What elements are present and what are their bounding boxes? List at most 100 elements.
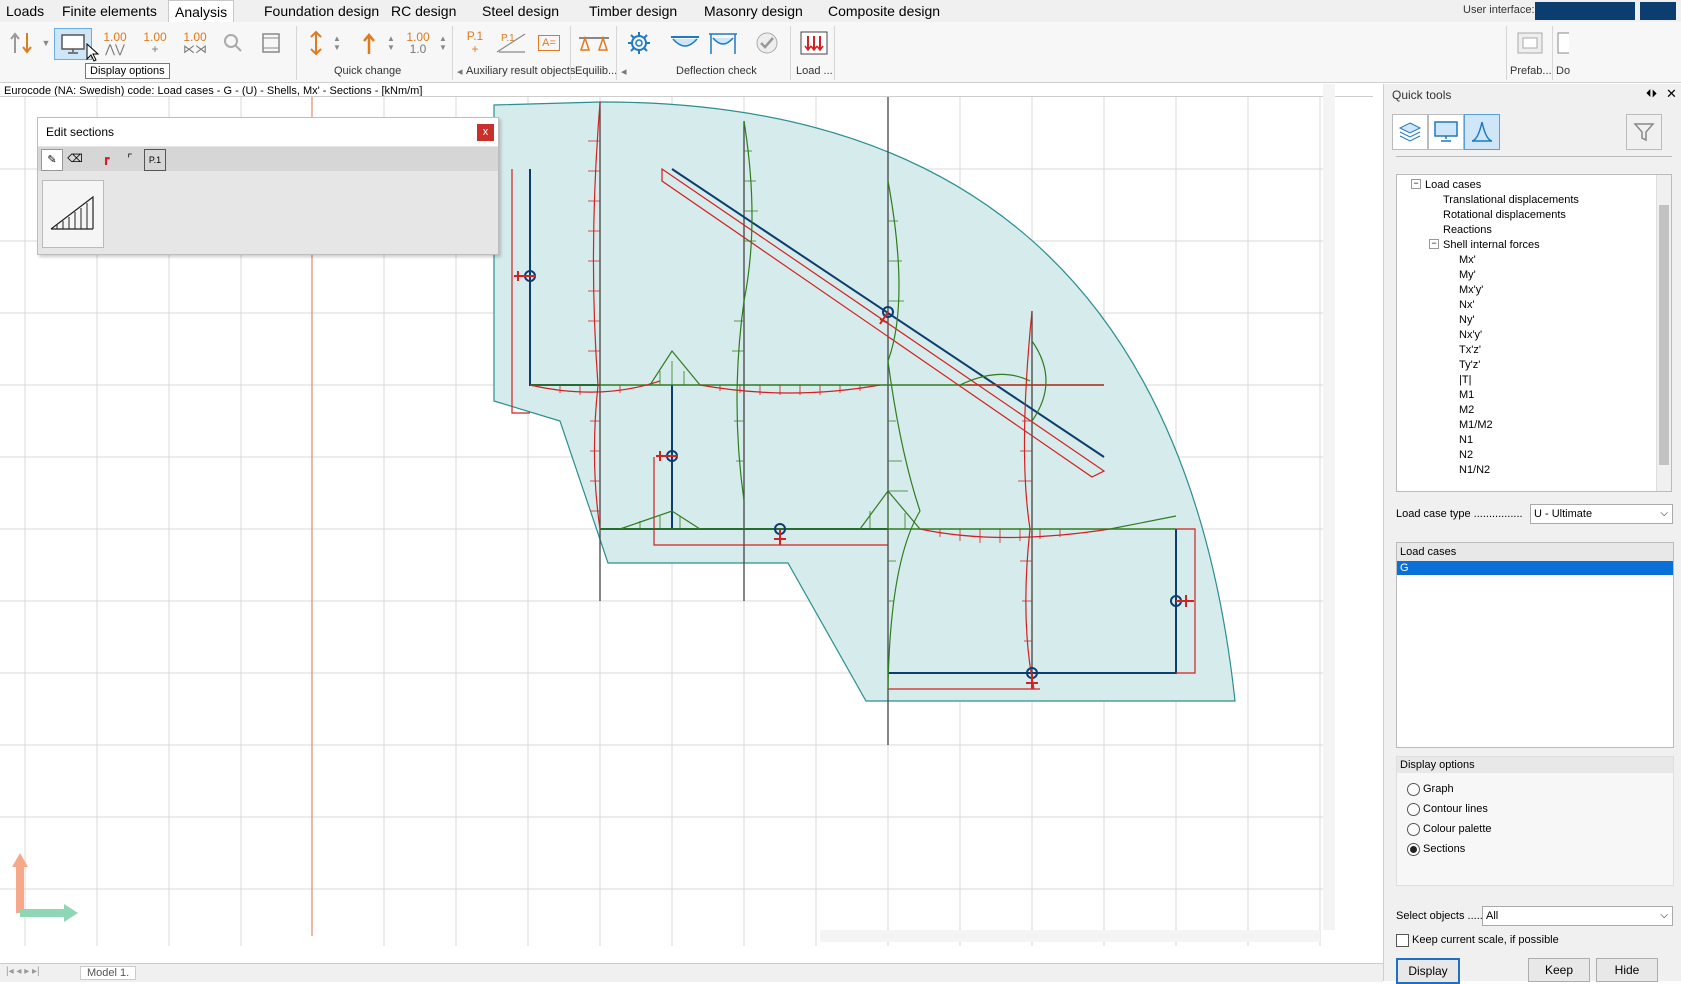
deflection-beam-icon[interactable] [668,28,702,58]
close-icon[interactable]: ✕ [1666,86,1677,102]
tree-expander-icon[interactable]: − [1429,239,1439,249]
tab-composite-design[interactable]: Composite design [822,0,946,22]
tab-masonry-design[interactable]: Masonry design [698,0,809,22]
hide-button[interactable]: Hide [1596,958,1658,982]
tab-timber-design[interactable]: Timber design [583,0,683,22]
tree-item[interactable]: Mx' [1459,254,1476,266]
section-label-icon[interactable]: P.1 [144,149,166,171]
p1-line-button[interactable]: P.1 [494,28,528,58]
tree-item[interactable]: Ty'z' [1459,359,1480,371]
horizontal-scrollbar[interactable] [820,930,1320,942]
vertical-scrollbar[interactable] [1323,84,1335,930]
tree-item[interactable]: Reactions [1443,224,1492,236]
radio-graph[interactable] [1407,783,1420,796]
load-case-item[interactable]: G [1397,561,1673,575]
nav-arrows-icon[interactable]: |◂ ◂ ▸ ▸| [6,966,40,977]
prefab-icon[interactable] [1514,28,1546,58]
filter-icon[interactable] [1626,114,1662,150]
edit-sections-title: Edit sections [38,118,498,146]
monitor-icon[interactable] [1428,114,1464,150]
tree-item[interactable]: Load cases [1425,179,1481,191]
tree-item[interactable]: M2 [1459,404,1474,416]
close-icon[interactable]: x [477,124,494,141]
spin-control-icon[interactable]: ▲ ▼ [386,28,396,58]
film-strip-icon[interactable] [256,28,286,58]
tab-analysis[interactable]: Analysis [168,0,235,24]
display-button[interactable]: Display [1396,958,1460,984]
tree-item[interactable]: N1 [1459,434,1473,446]
load-case-type-value: U - Ultimate [1534,508,1593,520]
tree-item[interactable]: Ny' [1459,314,1475,326]
factor-value-button[interactable]: 1.00 1.0 [400,28,436,58]
scale-reset-button[interactable]: 1.00 ⋉⋊ [178,28,212,58]
scale-value-button[interactable]: 1.00 ⋀⋁ [98,28,132,58]
tree-item[interactable]: Shell internal forces [1443,239,1540,251]
tree-item[interactable]: Translational displacements [1443,194,1579,206]
tab-steel-design[interactable]: Steel design [476,0,565,22]
tab-rc-design[interactable]: RC design [385,0,462,22]
dropdown-arrow-icon[interactable]: ▼ [40,28,52,58]
spin-control-icon[interactable]: ▲ ▼ [332,28,342,58]
pin-icon[interactable]: ⏴⏵ [1646,88,1657,101]
section-box-icon[interactable]: ⌜ [120,149,140,169]
tree-item[interactable]: Tx'z' [1459,344,1481,356]
select-objects-select[interactable]: All ⌵ [1482,906,1673,926]
equilibrium-icon[interactable] [576,28,612,58]
document-icon[interactable] [1556,28,1570,58]
tree-scrollbar-thumb[interactable] [1659,205,1669,465]
section-diagram-thumbnail[interactable] [42,180,104,248]
tree-item[interactable]: Nx' [1459,299,1475,311]
collapse-left-icon[interactable]: ◂ [457,65,463,78]
spin-control-icon[interactable]: ▲ ▼ [438,28,448,58]
keep-scale-label[interactable]: Keep current scale, if possible [1412,934,1559,946]
scale-plus-button[interactable]: 1.00 + [138,28,172,58]
deflection-frame-icon[interactable] [706,28,740,58]
tab-model-1[interactable]: Model 1. [80,966,137,980]
tree-scrollbar[interactable] [1656,175,1671,491]
eraser-icon[interactable]: ⌫ [65,149,85,169]
diagram-icon[interactable] [1464,114,1500,150]
radio-graph-label[interactable]: Graph [1423,783,1454,795]
tree-item[interactable]: My' [1459,269,1476,281]
tree-item[interactable]: N1/N2 [1459,464,1490,476]
check-icon[interactable] [752,28,782,58]
p1-button[interactable]: P.1 + [462,28,488,58]
arrow-up-icon[interactable] [356,28,382,58]
vertical-scale-icon[interactable] [302,28,330,58]
pencil-icon[interactable]: ✎ [41,149,63,171]
keep-button[interactable]: Keep [1528,958,1590,982]
tree-item[interactable]: Nx'y' [1459,329,1482,341]
section-line-icon[interactable]: ┏ [96,149,116,169]
search-icon[interactable] [218,28,248,58]
load-cases-list[interactable]: Load cases G [1396,542,1674,748]
text-annotation-button[interactable]: A= [534,28,564,58]
radio-sections-label[interactable]: Sections [1423,843,1465,855]
load-icon[interactable] [797,28,831,58]
user-interface-selector[interactable] [1535,2,1635,20]
radio-colour-palette[interactable] [1407,823,1420,836]
collapse-left-icon[interactable]: ◂ [621,65,627,78]
gear-icon[interactable] [624,28,654,58]
tree-item[interactable]: Rotational displacements [1443,209,1566,221]
user-interface-selector-2[interactable] [1640,2,1676,20]
shell-plate[interactable] [493,101,1236,702]
radio-sections[interactable] [1407,843,1420,856]
tab-foundation-design[interactable]: Foundation design [258,0,385,22]
tree-item[interactable]: N2 [1459,449,1473,461]
tab-finite-elements[interactable]: Finite elements [56,0,163,22]
radio-colour-palette-label[interactable]: Colour palette [1423,823,1492,835]
radio-contour-lines-label[interactable]: Contour lines [1423,803,1488,815]
tree-item[interactable]: M1/M2 [1459,419,1493,431]
radio-contour-lines[interactable] [1407,803,1420,816]
results-tree[interactable]: Load cases − Translational displacements Ro… [1396,174,1672,492]
sort-arrows-icon[interactable] [4,28,38,58]
tree-expander-icon[interactable]: − [1411,179,1421,189]
tree-item[interactable]: Mx'y' [1459,284,1483,296]
load-case-type-select[interactable]: U - Ultimate ⌵ [1530,504,1673,524]
keep-scale-checkbox[interactable] [1396,934,1409,947]
tree-item[interactable]: |T| [1459,374,1471,386]
tree-item[interactable]: M1 [1459,389,1474,401]
select-objects-label: Select objects ...... [1396,910,1486,922]
tab-loads[interactable]: Loads [0,0,50,22]
layers-icon[interactable] [1392,114,1428,150]
